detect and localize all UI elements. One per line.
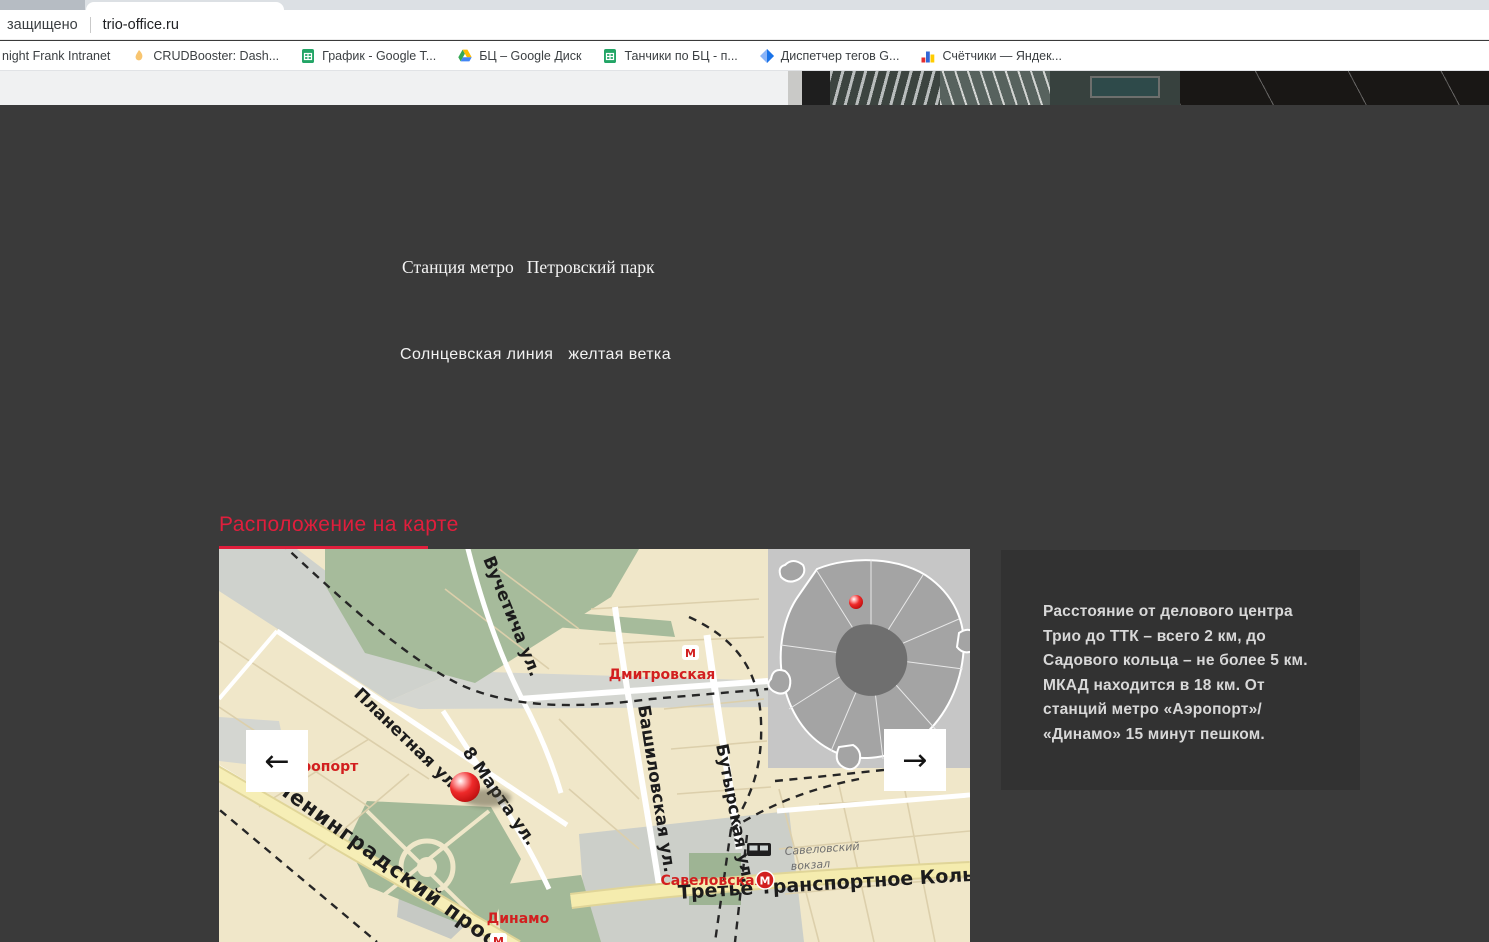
metro-m-icon: М bbox=[493, 935, 504, 942]
bookmark-grafik-sheets[interactable]: График - Google T... bbox=[300, 48, 436, 64]
marker-ball-icon bbox=[450, 772, 480, 802]
minimap-marker-dot bbox=[849, 595, 863, 609]
section-title: Расположение на карте bbox=[219, 513, 459, 537]
metro-station-label: Станция метро bbox=[402, 257, 514, 278]
address-bar[interactable]: защищено trio-office.ru bbox=[0, 10, 1489, 40]
bookmark-label: CRUDBooster: Dash... bbox=[153, 49, 279, 63]
metro-station-value: Петровский парк bbox=[527, 257, 655, 278]
page-light-section bbox=[0, 71, 788, 105]
photo-fragment bbox=[1050, 71, 1180, 105]
metro-label-dinamo: Динамо bbox=[487, 911, 550, 927]
metro-station-row: Станция метро Петровский парк bbox=[402, 257, 654, 278]
metro-label-dmitrovskaya: Дмитровская bbox=[609, 667, 716, 683]
security-label: защищено bbox=[7, 17, 78, 33]
google-sheets-icon bbox=[602, 48, 618, 64]
photo-fragment bbox=[830, 71, 940, 105]
metro-line-label: Солнцевская линия bbox=[400, 346, 553, 364]
station-label-line2: вокзал bbox=[790, 857, 830, 873]
bookmark-label: Диспетчер тегов G... bbox=[781, 49, 900, 63]
tab-strip-edge bbox=[0, 0, 85, 10]
train-icon bbox=[747, 843, 771, 856]
bookmarks-bar: night Frank Intranet CRUDBooster: Dash..… bbox=[0, 41, 1489, 71]
yandex-metrica-icon bbox=[920, 48, 936, 64]
building-photo bbox=[788, 71, 1489, 105]
bookmark-knight-frank[interactable]: night Frank Intranet bbox=[2, 49, 110, 63]
distance-info-text: Расстояние от делового центра Трио до ТТ… bbox=[1043, 600, 1325, 747]
address-divider bbox=[90, 17, 91, 33]
bookmark-label: Счётчики — Яндек... bbox=[942, 49, 1062, 63]
photo-fragment bbox=[940, 71, 1050, 105]
bookmark-label: БЦ – Google Диск bbox=[479, 49, 581, 63]
google-drive-icon bbox=[457, 48, 473, 64]
bookmark-google-drive[interactable]: БЦ – Google Диск bbox=[457, 48, 581, 64]
photo-fragment bbox=[802, 71, 830, 105]
bookmark-label: night Frank Intranet bbox=[2, 49, 110, 63]
bookmark-tag-manager[interactable]: Диспетчер тегов G... bbox=[759, 48, 900, 64]
prev-slide-button[interactable]: ← bbox=[246, 730, 308, 792]
left-arrow-icon: ← bbox=[264, 744, 289, 779]
google-tag-manager-icon bbox=[759, 48, 775, 64]
metro-line-row: Солнцевская линия желтая ветка bbox=[400, 346, 671, 364]
browser-tab-strip bbox=[0, 0, 1489, 10]
next-slide-button[interactable]: → bbox=[884, 729, 946, 791]
metro-label-savelovskaya: Савеловская bbox=[660, 873, 763, 889]
metro-line-value: желтая ветка bbox=[568, 346, 671, 364]
distance-info-box: Расстояние от делового центра Трио до ТТ… bbox=[1001, 550, 1360, 790]
bookmark-label: Танчики по БЦ - п... bbox=[624, 49, 737, 63]
photo-fragment bbox=[788, 71, 802, 105]
screenshot-root: защищено trio-office.ru night Frank Intr… bbox=[0, 0, 1489, 942]
bookmark-label: График - Google T... bbox=[322, 49, 436, 63]
right-arrow-icon: → bbox=[902, 743, 927, 778]
bookmark-crudbooster[interactable]: CRUDBooster: Dash... bbox=[131, 48, 279, 64]
map-image[interactable]: Вучетича ул. Планетная ул. 8 Марта ул. Л… bbox=[219, 549, 970, 942]
google-sheets-icon bbox=[300, 48, 316, 64]
bookmark-yandex-metrica[interactable]: Счётчики — Яндек... bbox=[920, 48, 1062, 64]
address-url[interactable]: trio-office.ru bbox=[103, 17, 179, 33]
photo-fragment bbox=[1180, 71, 1489, 105]
metro-m-icon: М bbox=[760, 875, 771, 888]
bookmark-tanchiki-sheets[interactable]: Танчики по БЦ - п... bbox=[602, 48, 737, 64]
map-slide[interactable]: Вучетича ул. Планетная ул. 8 Марта ул. Л… bbox=[219, 549, 970, 942]
flame-icon bbox=[131, 48, 147, 64]
metro-m-icon: М bbox=[685, 647, 696, 660]
